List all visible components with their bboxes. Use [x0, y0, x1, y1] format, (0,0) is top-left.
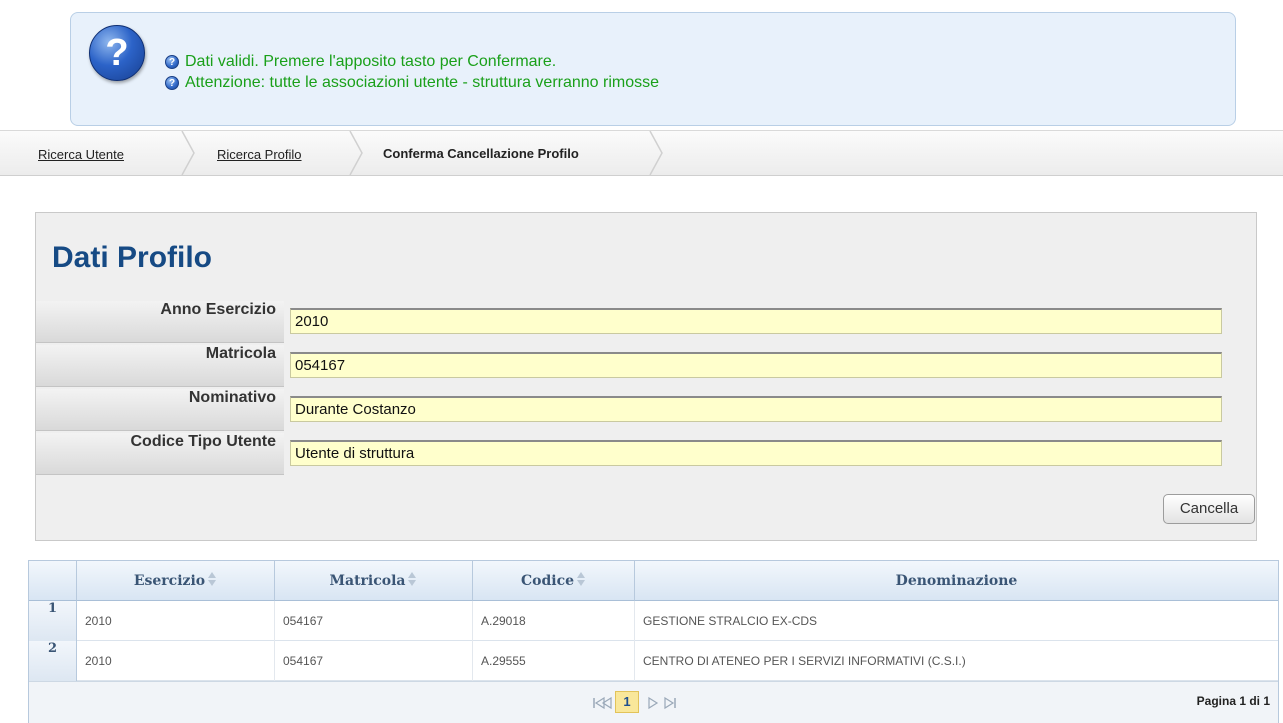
message-box: ? ? Dati validi. Premere l'apposito tast… [70, 12, 1236, 126]
anno-esercizio-field: 2010 [290, 308, 1222, 334]
breadcrumb-current: Conferma Cancellazione Profilo [383, 146, 579, 161]
column-header-denominazione[interactable]: Denominazione [635, 561, 1278, 601]
cancel-button[interactable]: Cancella [1163, 494, 1255, 524]
field-row-codice-tipo-utente: Codice Tipo Utente Utente di struttura [36, 433, 1258, 475]
table-row[interactable]: 2 2010 054167 A.29555 CENTRO DI ATENEO P… [29, 641, 1278, 681]
last-page-icon[interactable] [663, 696, 677, 710]
field-label: Nominativo [36, 389, 284, 431]
breadcrumb: Ricerca Utente Ricerca Profilo Conferma … [0, 130, 1283, 176]
breadcrumb-separator-icon [181, 131, 195, 175]
row-number: 2 [29, 641, 77, 681]
breadcrumb-separator-icon [349, 131, 363, 175]
table-row[interactable]: 1 2010 054167 A.29018 GESTIONE STRALCIO … [29, 601, 1278, 641]
next-page-icon[interactable] [647, 696, 659, 710]
message-line-2: ? Attenzione: tutte le associazioni uten… [165, 73, 659, 93]
cell-matricola: 054167 [275, 601, 473, 641]
message-text-1: Dati validi. Premere l'apposito tasto pe… [185, 53, 557, 70]
info-question-icon: ? [165, 76, 179, 90]
field-row-matricola: Matricola 054167 [36, 345, 1258, 387]
page-info: Pagina 1 di 1 [1196, 694, 1270, 708]
message-line-1: ? Dati validi. Premere l'apposito tasto … [165, 52, 556, 72]
field-row-anno-esercizio: Anno Esercizio 2010 [36, 301, 1258, 343]
matricola-field: 054167 [290, 352, 1222, 378]
nominativo-field: Durante Costanzo [290, 396, 1222, 422]
cell-denominazione: CENTRO DI ATENEO PER I SERVIZI INFORMATI… [643, 654, 966, 668]
codice-tipo-utente-field: Utente di struttura [290, 440, 1222, 466]
info-question-icon: ? [165, 55, 179, 69]
message-text-2: Attenzione: tutte le associazioni utente… [185, 74, 660, 91]
column-header-label: Matricola [329, 573, 406, 589]
cell-codice: A.29555 [473, 641, 635, 681]
breadcrumb-ricerca-profilo[interactable]: Ricerca Profilo [217, 131, 302, 175]
question-icon: ? [89, 25, 145, 81]
column-header-esercizio[interactable]: Esercizio [77, 561, 275, 601]
field-label: Anno Esercizio [36, 301, 284, 343]
row-number-header [29, 561, 77, 601]
row-number: 1 [29, 601, 77, 641]
sort-icon[interactable] [576, 571, 586, 587]
cell-matricola: 054167 [275, 641, 473, 681]
cell-denominazione: GESTIONE STRALCIO EX-CDS [643, 614, 818, 628]
sort-icon[interactable] [407, 571, 417, 587]
field-label: Codice Tipo Utente [36, 433, 284, 475]
sort-icon[interactable] [207, 571, 217, 587]
current-page[interactable]: 1 [615, 691, 639, 713]
cell-esercizio: 2010 [77, 601, 275, 641]
breadcrumb-separator-icon [649, 131, 663, 175]
page-title: Dati Profilo [52, 241, 213, 274]
field-label: Matricola [36, 345, 284, 387]
pager: 1 Pagina 1 di 1 [29, 681, 1278, 723]
column-header-matricola[interactable]: Matricola [275, 561, 473, 601]
cell-codice: A.29018 [473, 601, 635, 641]
column-header-label: Codice [520, 573, 575, 589]
field-row-nominativo: Nominativo Durante Costanzo [36, 389, 1258, 431]
column-header-label: Denominazione [895, 573, 1018, 589]
breadcrumb-ricerca-utente[interactable]: Ricerca Utente [38, 131, 124, 175]
profile-panel: Dati Profilo Anno Esercizio 2010 Matrico… [35, 212, 1257, 541]
column-header-label: Esercizio [133, 573, 206, 589]
associations-table: Esercizio Matricola Codice Denominazione… [28, 560, 1279, 723]
cell-esercizio: 2010 [77, 641, 275, 681]
previous-page-icon[interactable] [601, 696, 613, 710]
column-header-codice[interactable]: Codice [473, 561, 635, 601]
